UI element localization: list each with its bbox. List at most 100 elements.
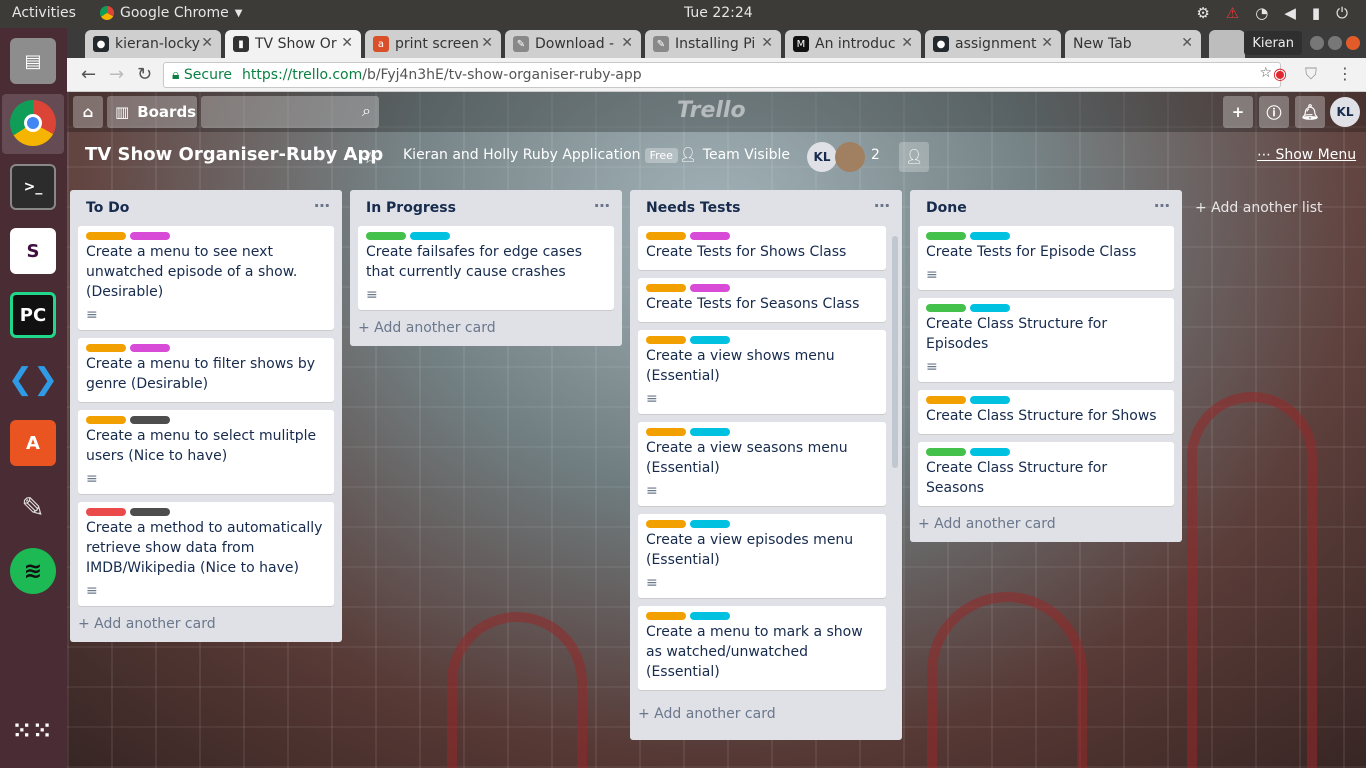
label-purple[interactable] [690, 232, 730, 240]
close-icon[interactable]: ✕ [1041, 35, 1053, 51]
label-orange[interactable] [646, 284, 686, 292]
team-name[interactable]: Kieran and Holly Ruby Application Free [403, 147, 678, 163]
label-sky[interactable] [970, 232, 1010, 240]
search-input[interactable]: ⌕ [201, 96, 379, 128]
add-card-button[interactable]: + Add another card [910, 514, 1182, 542]
close-icon[interactable]: ✕ [761, 35, 773, 51]
forward-icon[interactable]: → [109, 64, 124, 85]
add-card-button[interactable]: + Add another card [350, 318, 622, 346]
clock[interactable]: Tue 22:24 [684, 5, 753, 21]
warning-icon[interactable]: ⚠ [1226, 4, 1239, 22]
star-board-icon[interactable]: ☆ [363, 148, 377, 167]
list-scrollbar[interactable] [892, 236, 898, 468]
card[interactable]: Create a menu to select mulitple users (… [78, 410, 334, 494]
tab-trello[interactable]: ▮ TV Show Or ✕ [225, 30, 361, 58]
power-icon[interactable]: ⏻ [1336, 4, 1348, 22]
card[interactable]: Create a menu to filter shows by genre (… [78, 338, 334, 402]
reload-icon[interactable]: ↻ [137, 64, 152, 85]
secure-badge[interactable]: 🔒︎ Secure [172, 67, 232, 83]
wifi-icon[interactable]: ◔ [1255, 4, 1268, 22]
app-grid-icon[interactable]: ⁙⁙ [10, 708, 56, 754]
opera-icon[interactable]: ◉ [1273, 64, 1287, 83]
add-card-button[interactable]: + Add another card [70, 614, 342, 642]
card[interactable]: Create Class Structure for Shows [918, 390, 1174, 434]
pycharm-icon[interactable]: PC [10, 292, 56, 338]
tab-installing[interactable]: ✎ Installing Pi ✕ [645, 30, 781, 58]
tab-github-2[interactable]: ● assignment ✕ [925, 30, 1061, 58]
label-orange[interactable] [86, 232, 126, 240]
bookmark-star-icon[interactable]: ☆ [1259, 65, 1272, 81]
label-sky[interactable] [690, 428, 730, 436]
card[interactable]: Create a view episodes menu (Essential) ≡ [638, 514, 886, 598]
list-title[interactable]: Needs Tests ⋯ [630, 190, 902, 226]
close-window-icon[interactable] [1346, 36, 1360, 50]
terminal-icon[interactable]: >_ [10, 164, 56, 210]
back-icon[interactable]: ← [81, 64, 96, 85]
label-orange[interactable] [646, 520, 686, 528]
spotify-icon[interactable]: ≋ [10, 548, 56, 594]
more-icon[interactable]: ⋯ [594, 196, 610, 215]
member-photo[interactable] [835, 142, 865, 172]
label-orange[interactable] [926, 396, 966, 404]
card[interactable]: Create a menu to mark a show as watched/… [638, 606, 886, 690]
gimp-icon[interactable]: ✎ [10, 484, 56, 530]
card[interactable]: Create Tests for Seasons Class [638, 278, 886, 322]
label-sky[interactable] [970, 396, 1010, 404]
app-menu[interactable]: Google Chrome ▼ [100, 5, 242, 21]
files-icon[interactable]: ▤ [10, 38, 56, 84]
slack-icon[interactable]: S [10, 228, 56, 274]
label-orange[interactable] [646, 428, 686, 436]
tab-download[interactable]: ✎ Download - ✕ [505, 30, 641, 58]
label-green[interactable] [366, 232, 406, 240]
chrome-menu-icon[interactable]: ⋮ [1337, 64, 1353, 83]
activities-button[interactable]: Activities [12, 5, 76, 21]
board-title[interactable]: TV Show Organiser-Ruby App [85, 144, 383, 165]
label-green[interactable] [926, 232, 966, 240]
card[interactable]: Create Tests for Shows Class [638, 226, 886, 270]
label-sky[interactable] [410, 232, 450, 240]
close-icon[interactable]: ✕ [201, 35, 213, 51]
trello-logo[interactable]: Trello [677, 98, 746, 123]
label-purple[interactable] [690, 284, 730, 292]
software-center-icon[interactable]: A [10, 420, 56, 466]
home-button[interactable]: ⌂ [73, 96, 103, 128]
label-sky[interactable] [690, 336, 730, 344]
add-button[interactable]: + [1223, 96, 1253, 128]
card[interactable]: Create a menu to see next unwatched epis… [78, 226, 334, 330]
label-red[interactable] [86, 508, 126, 516]
vscode-icon[interactable]: ❮❯ [8, 356, 58, 402]
label-sky[interactable] [970, 448, 1010, 456]
info-button[interactable]: ⓘ [1259, 96, 1289, 128]
notifications-button[interactable]: 🔔︎ [1295, 96, 1325, 128]
label-orange[interactable] [646, 612, 686, 620]
label-orange[interactable] [86, 344, 126, 352]
label-black[interactable] [130, 416, 170, 424]
card[interactable]: Create Class Structure for Episodes ≡ [918, 298, 1174, 382]
add-list-button[interactable]: + Add another list [1195, 200, 1323, 216]
tab-intro[interactable]: M An introduc ✕ [785, 30, 921, 58]
close-icon[interactable]: ✕ [621, 35, 633, 51]
volume-icon[interactable]: ◀ [1284, 4, 1296, 22]
label-orange[interactable] [646, 232, 686, 240]
label-sky[interactable] [690, 612, 730, 620]
card[interactable]: Create failsafes for edge cases that cur… [358, 226, 614, 310]
label-orange[interactable] [646, 336, 686, 344]
label-black[interactable] [130, 508, 170, 516]
boards-button[interactable]: ▥ Boards [107, 96, 197, 128]
settings-icon[interactable]: ⚙ [1196, 4, 1209, 22]
label-purple[interactable] [130, 344, 170, 352]
card[interactable]: Create Class Structure for Seasons [918, 442, 1174, 506]
label-orange[interactable] [86, 416, 126, 424]
address-bar[interactable]: 🔒︎ Secure https://trello.com/b/Fyj4n3hE/… [163, 62, 1281, 88]
list-title[interactable]: To Do ⋯ [70, 190, 342, 226]
more-icon[interactable]: ⋯ [874, 196, 890, 215]
member-avatar[interactable]: KL [807, 142, 837, 172]
more-icon[interactable]: ⋯ [314, 196, 330, 215]
label-sky[interactable] [970, 304, 1010, 312]
new-tab-button[interactable] [1209, 30, 1245, 58]
more-icon[interactable]: ⋯ [1154, 196, 1170, 215]
chrome-icon[interactable] [10, 100, 56, 146]
label-sky[interactable] [690, 520, 730, 528]
card[interactable]: Create a method to automatically retriev… [78, 502, 334, 606]
close-icon[interactable]: ✕ [1181, 35, 1193, 51]
